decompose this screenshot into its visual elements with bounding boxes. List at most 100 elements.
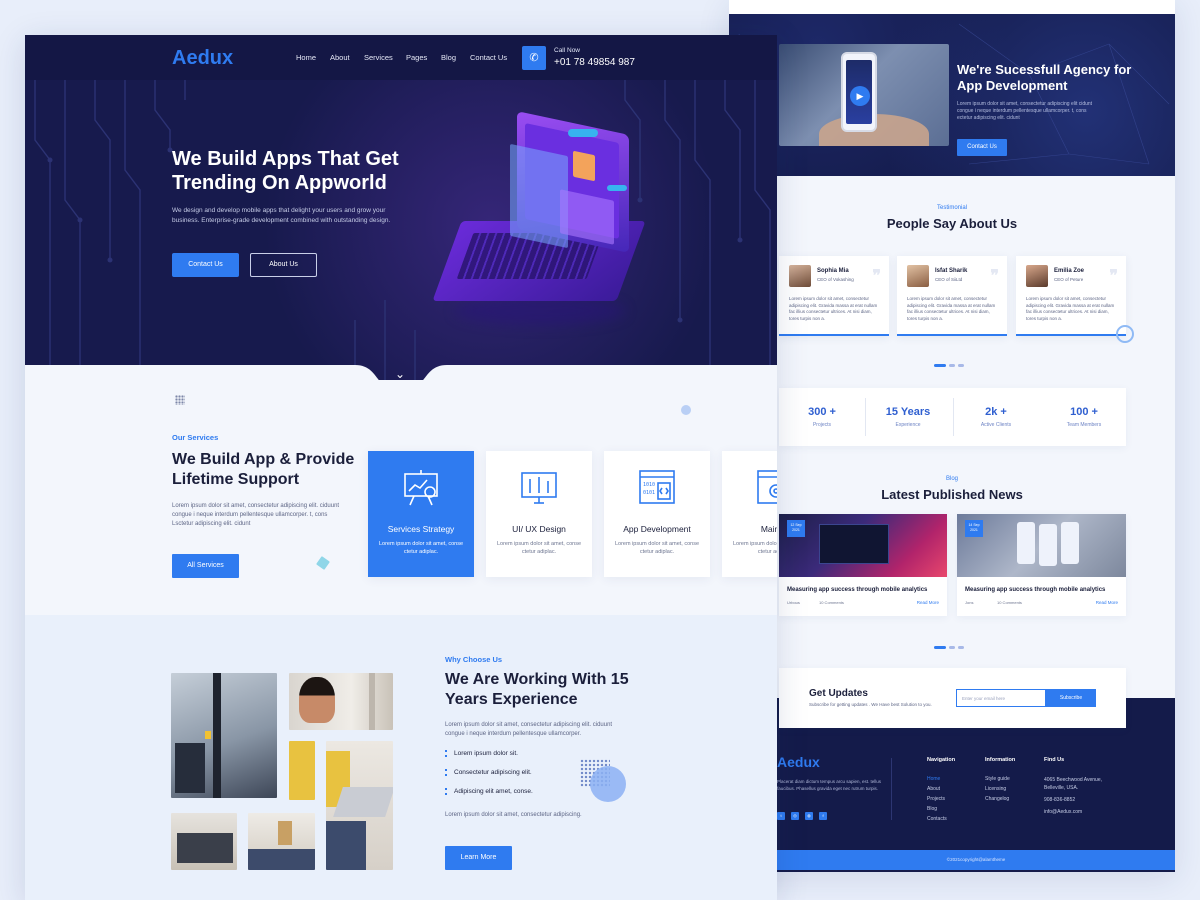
footer-phone: 908-836-8852 [1044,797,1076,803]
service-card-development[interactable]: 1010 0101 App Development Lorem ipsum dol… [604,451,710,577]
footer-text: Placerat diam dictum tempus arcu sapien,… [777,779,882,791]
blog-date: 12 Sep 2021 [787,520,805,537]
call-number[interactable]: +01 78 49854 987 [554,57,635,68]
footer-link-projects[interactable]: Projects [927,796,945,802]
laptop-photo [326,741,393,870]
top-strip [729,0,1175,14]
blog-date: 14 Sep 2021 [965,520,983,537]
about-us-button[interactable]: About Us [250,253,317,277]
decor-circle [681,405,691,415]
testimonial-name: Isfat Sharik [935,268,968,274]
testimonial-card: Sophia Mia CEO of Vokashing ❞ Lorem ipsu… [779,256,889,336]
testimonial-text: Lorem ipsum dolor sit amet, consectetur … [789,296,878,321]
nav-pages[interactable]: Pages [406,53,427,62]
blog-author: Jons [965,600,974,605]
desk-photo [248,813,315,870]
testimonial-text: Lorem ipsum dolor sit amet, consectetur … [907,296,996,321]
design-tools-icon [521,472,557,504]
blog-author: Urbous [787,600,800,605]
service-text: Lorem ipsum dolor sit amet, conse ctetur… [614,541,700,555]
nav-about[interactable]: About [330,53,350,62]
testimonial-text: Lorem ipsum dolor sit amet, consectetur … [1026,296,1115,321]
quote-icon: ❞ [1109,268,1118,285]
why-tag: Why Choose Us [445,655,503,664]
phone-icon[interactable]: ✆ [522,46,546,70]
dribbble-icon[interactable]: ◍ [805,812,813,820]
circuit-lines [34,80,771,380]
floating-pill [607,185,627,191]
testimonial-card: Emilia Zoe CEO of Peture ❞ Lorem ipsum d… [1016,256,1126,336]
blog-title: Latest Published News [881,487,1023,502]
copyright-bar: ©2021copyright@alamtheme [777,850,1175,870]
why-text: Lorem ipsum dolor sit amet, consectetur … [445,722,613,737]
blog-pager[interactable] [934,636,967,649]
subscribe-button[interactable]: Subscribe [1046,689,1096,707]
photo-detail [177,833,233,863]
code-screen-icon: 1010 0101 [639,470,675,504]
avatar [907,265,929,287]
blog-post-title[interactable]: Measuring app success through mobile ana… [965,587,1121,593]
testimonial-title: People Say About Us [886,216,1018,231]
dot-pattern [175,395,185,405]
read-more-link[interactable]: Read More [1096,600,1118,605]
chevron-down-icon[interactable]: ⌄ [395,367,405,381]
blog-card[interactable]: 12 Sep 2021 Measuring app success throug… [779,514,947,616]
hero-text: We design and develop mobile apps that d… [172,207,391,224]
quote-icon: ❞ [990,268,999,285]
person-photo [289,673,393,730]
footer-link-home[interactable]: Home [927,776,940,782]
agency-text: Lorem ipsum dolor sit amet, consectetur … [957,101,1093,121]
shirt-photo [289,741,315,800]
footer-email[interactable]: info@Aedux.com [1044,809,1082,815]
footer-link-contacts[interactable]: Contacts [927,816,947,822]
office-photo [171,673,277,798]
service-text: Lorem ipsum dolor sit amet, conse ctetur… [732,541,777,555]
footer-link-about[interactable]: About [927,786,940,792]
learn-more-button[interactable]: Learn More [445,846,512,870]
contact-us-button[interactable]: Contact Us [172,253,239,277]
blog-card[interactable]: 14 Sep 2021 Measuring app success throug… [957,514,1126,616]
service-card-design[interactable]: UI/ UX Design Lorem ipsum dolor sit amet… [486,451,592,577]
services-title: We Build App & Provide Lifetime Support [172,451,355,488]
nav-contact[interactable]: Contact Us [470,53,507,62]
footer-link-licensing[interactable]: Licensing [985,786,1006,792]
all-services-button[interactable]: All Services [172,554,239,578]
service-title: App Development [623,524,691,534]
blog-post-title[interactable]: Measuring app success through mobile ana… [787,587,943,593]
facebook-icon[interactable]: f [819,812,827,820]
agency-title: We're Sucessfull Agency for App Developm… [957,62,1132,93]
stat-value: 300 + [808,406,836,418]
divider [891,758,892,820]
testimonial-pager[interactable] [934,354,967,367]
service-card-strategy[interactable]: Services Strategy Lorem ipsum dolor sit … [368,451,474,577]
nav-services[interactable]: Services [364,53,393,62]
twitter-icon[interactable]: t [777,812,785,820]
brand-logo[interactable]: Aedux [172,47,233,70]
footer-logo[interactable]: Aedux [777,754,820,770]
play-icon[interactable]: ▶ [850,86,870,106]
footer-heading: Navigation [927,757,956,763]
testimonial-role: CEO of SiiLtd [935,277,963,282]
photo-detail [299,677,335,723]
footer-link-blog[interactable]: Blog [927,806,937,812]
nav-blog[interactable]: Blog [441,53,456,62]
instagram-icon[interactable]: ◎ [791,812,799,820]
card-shape [573,150,595,182]
photo-detail [213,673,221,798]
newsletter-box: Get Updates Subscribe for getting update… [779,668,1126,728]
contact-us-button[interactable]: Contact Us [957,139,1007,156]
footer-link-changelog[interactable]: Changelog [985,796,1009,802]
why-choose-section [25,615,777,900]
testimonial-name: Emilia Zoe [1054,268,1085,274]
stat-experience: 15 Years Experience [865,388,951,446]
why-footnote: Lorem ipsum dolor sit amet, consectetur … [445,812,582,818]
read-more-link[interactable]: Read More [917,600,939,605]
email-input[interactable]: Enter your email here [956,689,1046,707]
service-card-maintenance[interactable]: Mainter Lorem ipsum dolor sit amet, cons… [722,451,777,577]
footer-link-style-guide[interactable]: Style guide [985,776,1010,782]
newsletter-subtitle: Subscribe for getting updates . We Have … [809,702,932,707]
top-nav [25,35,777,80]
quote-icon: ❞ [872,268,881,285]
service-title: Mainter [760,524,777,534]
nav-home[interactable]: Home [296,53,316,62]
